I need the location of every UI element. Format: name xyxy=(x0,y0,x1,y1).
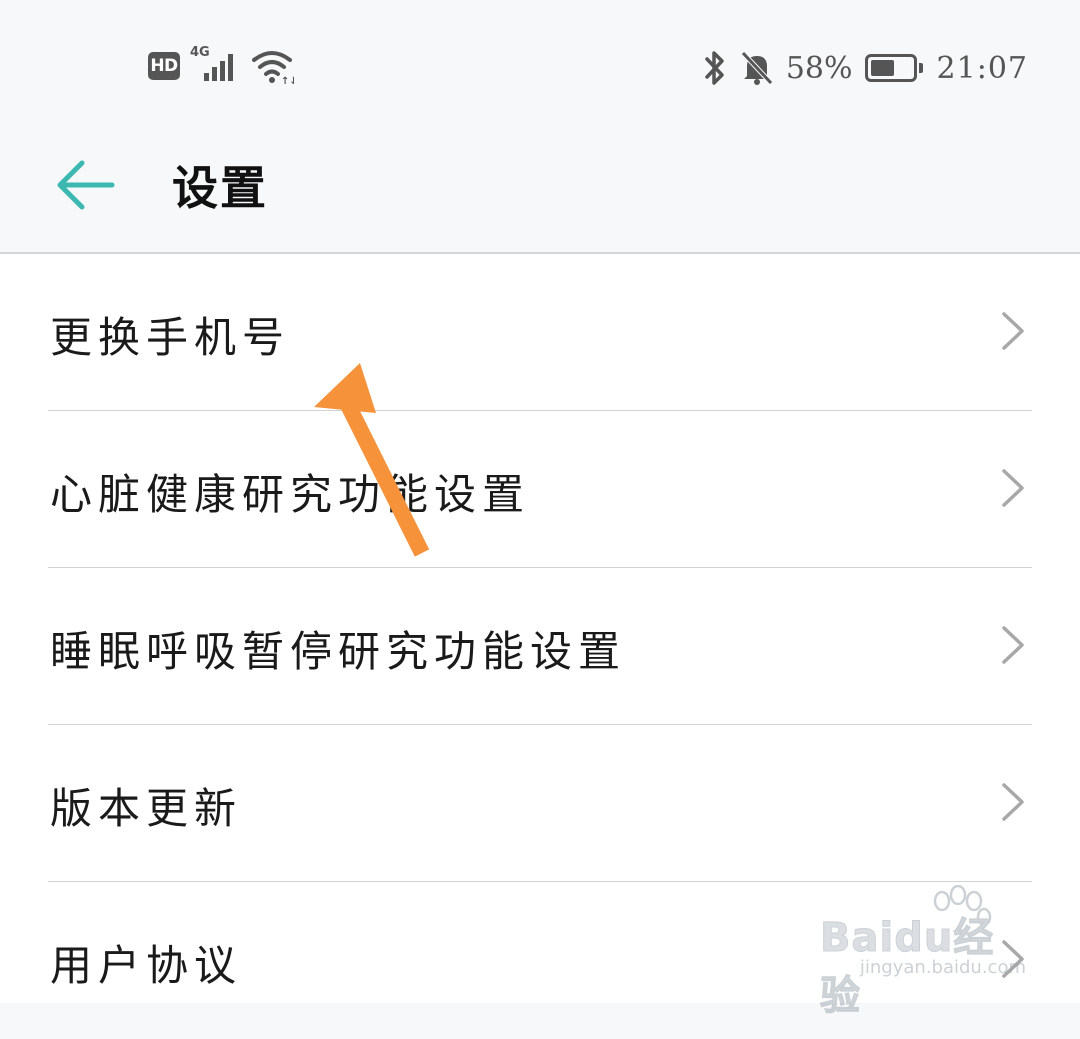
signal-icon: 4G xyxy=(190,45,240,85)
wifi-icon: ↑↓ xyxy=(252,51,294,84)
status-left-group: HD 4G ↑↓ xyxy=(148,45,294,86)
settings-item-version-update[interactable]: 版本更新 xyxy=(0,725,1080,882)
settings-item-heart-health[interactable]: 心脏健康研究功能设置 xyxy=(0,411,1080,568)
arrow-left-icon xyxy=(57,160,115,210)
battery-icon xyxy=(864,54,923,82)
status-bar: HD 4G ↑↓ 58% 21:07 xyxy=(0,0,1080,130)
chevron-right-icon xyxy=(1002,469,1024,507)
status-right-group: 58% 21:07 xyxy=(702,46,1028,90)
chevron-right-icon xyxy=(1002,783,1024,821)
settings-item-label: 心脏健康研究功能设置 xyxy=(50,470,531,519)
settings-item-label: 睡眠呼吸暂停研究功能设置 xyxy=(50,627,627,676)
settings-item-change-phone[interactable]: 更换手机号 xyxy=(0,254,1080,411)
settings-item-sleep-apnea[interactable]: 睡眠呼吸暂停研究功能设置 xyxy=(0,568,1080,725)
bell-muted-icon xyxy=(741,51,773,85)
svg-text:↑↓: ↑↓ xyxy=(281,76,294,84)
settings-item-label: 更换手机号 xyxy=(50,313,291,362)
chevron-right-icon xyxy=(1002,312,1024,350)
settings-item-label: 版本更新 xyxy=(50,784,243,833)
settings-item-label: 用户协议 xyxy=(50,941,243,990)
watermark-url: jingyan.baidu.com xyxy=(859,957,1026,978)
back-button[interactable] xyxy=(50,150,120,220)
page-title: 设置 xyxy=(172,161,268,215)
battery-percent: 58% xyxy=(785,50,853,86)
clock: 21:07 xyxy=(936,50,1028,86)
hd-icon: HD xyxy=(148,52,180,80)
chevron-right-icon xyxy=(1002,626,1024,664)
app-header: 设置 xyxy=(0,130,1080,253)
baidu-watermark: Baidu经验 jingyan.baidu.com xyxy=(820,885,1030,1020)
bluetooth-icon xyxy=(705,51,724,85)
